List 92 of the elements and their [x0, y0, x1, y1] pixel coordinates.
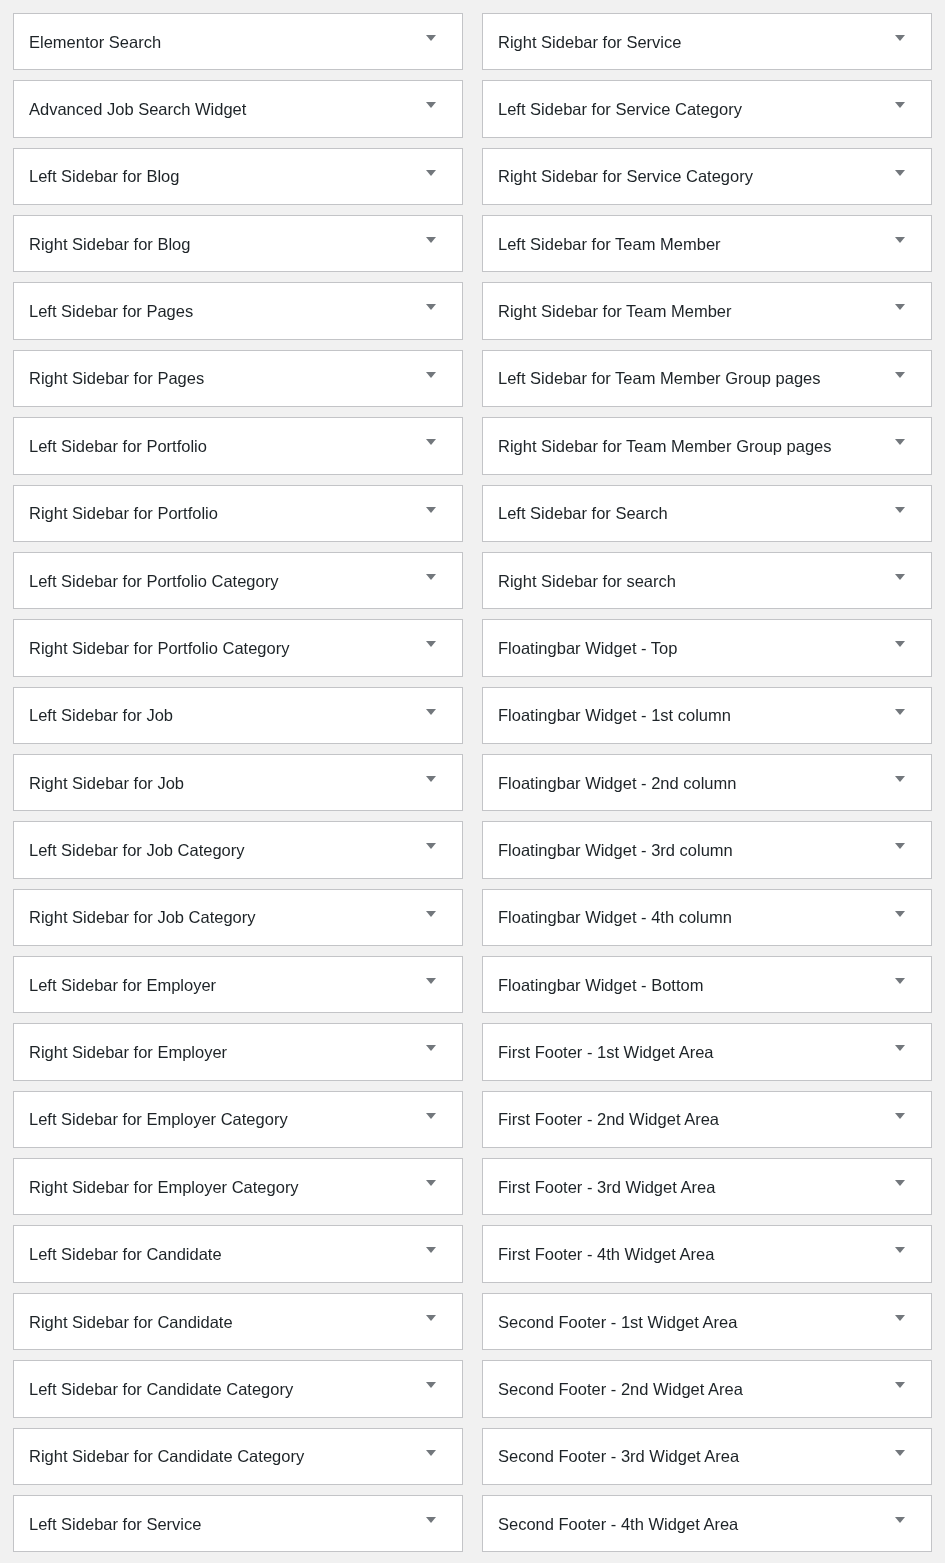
widget-area-title: Second Footer - 1st Widget Area	[498, 1311, 738, 1333]
widget-area-title: Right Sidebar for Blog	[29, 233, 191, 255]
widget-area-title: Advanced Job Search Widget	[29, 99, 247, 121]
widget-area-title: Right Sidebar for Employer Category	[29, 1176, 299, 1198]
widget-area-title: Second Footer - 4th Widget Area	[498, 1513, 739, 1535]
widget-area-title: Left Sidebar for Service Category	[498, 99, 742, 121]
caret-down-icon[interactable]	[895, 1516, 905, 1523]
caret-down-icon[interactable]	[895, 1449, 905, 1456]
caret-down-icon[interactable]	[426, 573, 436, 580]
caret-down-icon[interactable]	[895, 371, 905, 378]
caret-down-icon[interactable]	[426, 304, 436, 311]
widget-area-title: First Footer - 1st Widget Area	[498, 1042, 714, 1064]
caret-down-icon[interactable]	[426, 102, 436, 109]
caret-down-icon[interactable]	[426, 35, 436, 41]
caret-down-icon[interactable]	[426, 169, 436, 176]
widget-area-title: Right Sidebar for Job	[29, 772, 184, 794]
widget-area-title: Right Sidebar for Portfolio	[29, 503, 218, 525]
caret-down-icon[interactable]	[426, 1247, 436, 1254]
widget-area-title: Elementor Search	[29, 31, 162, 53]
caret-down-icon[interactable]	[895, 775, 905, 782]
caret-down-icon[interactable]	[895, 304, 905, 311]
widget-area-title: Left Sidebar for Candidate Category	[29, 1378, 294, 1400]
widget-area-title: Right Sidebar for search	[498, 570, 676, 592]
widget-area-title: Left Sidebar for Job	[29, 705, 173, 727]
caret-down-icon[interactable]	[895, 1112, 905, 1119]
caret-down-icon[interactable]	[895, 1045, 905, 1052]
caret-down-icon[interactable]	[895, 1314, 905, 1321]
caret-down-icon[interactable]	[426, 1382, 436, 1389]
widget-area-title: Second Footer - 2nd Widget Area	[498, 1378, 743, 1400]
caret-down-icon[interactable]	[426, 775, 436, 782]
caret-down-icon[interactable]	[895, 573, 905, 580]
caret-down-icon[interactable]	[426, 1449, 436, 1456]
widget-area-title: Left Sidebar for Team Member	[498, 233, 721, 255]
widget-area-title: Right Sidebar for Candidate Category	[29, 1446, 305, 1468]
caret-down-icon[interactable]	[426, 708, 436, 715]
widget-area-title: Floatingbar Widget - 2nd column	[498, 772, 737, 794]
widget-area-title: Floatingbar Widget - 3rd column	[498, 840, 733, 861]
widget-area-title: Floatingbar Widget - 4th column	[498, 907, 732, 929]
caret-down-icon[interactable]	[426, 910, 436, 917]
widget-area-title: First Footer - 2nd Widget Area	[498, 1109, 719, 1131]
caret-down-icon[interactable]	[426, 439, 436, 446]
widget-area-title: Right Sidebar for Pages	[29, 368, 205, 390]
caret-down-icon[interactable]	[426, 843, 436, 850]
caret-down-icon[interactable]	[426, 506, 436, 513]
widget-area-title: First Footer - 4th Widget Area	[498, 1244, 715, 1266]
caret-down-icon[interactable]	[895, 506, 905, 513]
widget-area-title: Right Sidebar for Candidate	[29, 1311, 233, 1333]
widget-area-title: First Footer - 3rd Widget Area	[498, 1176, 716, 1198]
caret-down-icon[interactable]	[895, 439, 905, 446]
widget-area-title: Left Sidebar for Pages	[29, 301, 194, 323]
caret-down-icon[interactable]	[895, 843, 905, 850]
widget-area-title: Right Sidebar for Team Member	[498, 301, 732, 323]
caret-down-icon[interactable]	[426, 237, 436, 244]
caret-down-icon[interactable]	[426, 1180, 436, 1187]
caret-down-icon[interactable]	[895, 910, 905, 917]
widget-area-title: Right Sidebar for Employer	[29, 1042, 228, 1064]
widget-area-title: Right Sidebar for Service	[498, 31, 682, 53]
widget-area-title: Left Sidebar for Portfolio	[29, 435, 207, 457]
caret-down-icon[interactable]	[895, 169, 905, 176]
widget-area-title: Floatingbar Widget - Bottom	[498, 974, 704, 996]
widget-area-title: Second Footer - 3rd Widget Area	[498, 1446, 740, 1468]
caret-down-icon[interactable]	[426, 371, 436, 378]
widget-area-title: Left Sidebar for Search	[498, 503, 668, 525]
widget-area-title: Left Sidebar for Employer Category	[29, 1109, 288, 1131]
caret-down-icon[interactable]	[426, 1112, 436, 1119]
caret-down-icon[interactable]	[426, 1516, 436, 1523]
widget-area-title: Left Sidebar for Service	[29, 1513, 202, 1535]
caret-down-icon[interactable]	[895, 708, 905, 715]
caret-down-icon[interactable]	[895, 102, 905, 109]
caret-down-icon[interactable]	[426, 1045, 436, 1052]
widget-area-title: Left Sidebar for Employer	[29, 974, 217, 996]
caret-down-icon[interactable]	[895, 237, 905, 244]
caret-down-icon[interactable]	[895, 978, 905, 985]
widget-area-title: Right Sidebar for Service Category	[498, 166, 753, 188]
caret-down-icon[interactable]	[895, 1247, 905, 1254]
caret-down-icon[interactable]	[895, 1180, 905, 1187]
caret-down-icon[interactable]	[426, 978, 436, 985]
caret-down-icon[interactable]	[895, 1382, 905, 1389]
widget-area-title: Right Sidebar for Job Category	[29, 907, 256, 929]
caret-down-icon[interactable]	[895, 35, 905, 41]
widget-area-title: Right Sidebar for Portfolio Category	[29, 637, 290, 659]
widget-area-title: Left Sidebar for Team Member Group pages	[498, 368, 821, 390]
caret-down-icon[interactable]	[895, 641, 905, 648]
widget-area-title: Floatingbar Widget - 1st column	[498, 705, 731, 727]
widget-area-title: Right Sidebar for Team Member Group pages	[498, 435, 832, 457]
caret-down-icon[interactable]	[426, 641, 436, 648]
widget-area-title: Floatingbar Widget - Top	[498, 637, 678, 659]
widget-area-title: Left Sidebar for Portfolio Category	[29, 570, 279, 592]
widget-area-title: Left Sidebar for Job Category	[29, 840, 245, 861]
widget-area-title: Left Sidebar for Candidate	[29, 1244, 222, 1266]
caret-down-icon[interactable]	[426, 1314, 436, 1321]
widget-area-title: Left Sidebar for Blog	[29, 166, 180, 188]
